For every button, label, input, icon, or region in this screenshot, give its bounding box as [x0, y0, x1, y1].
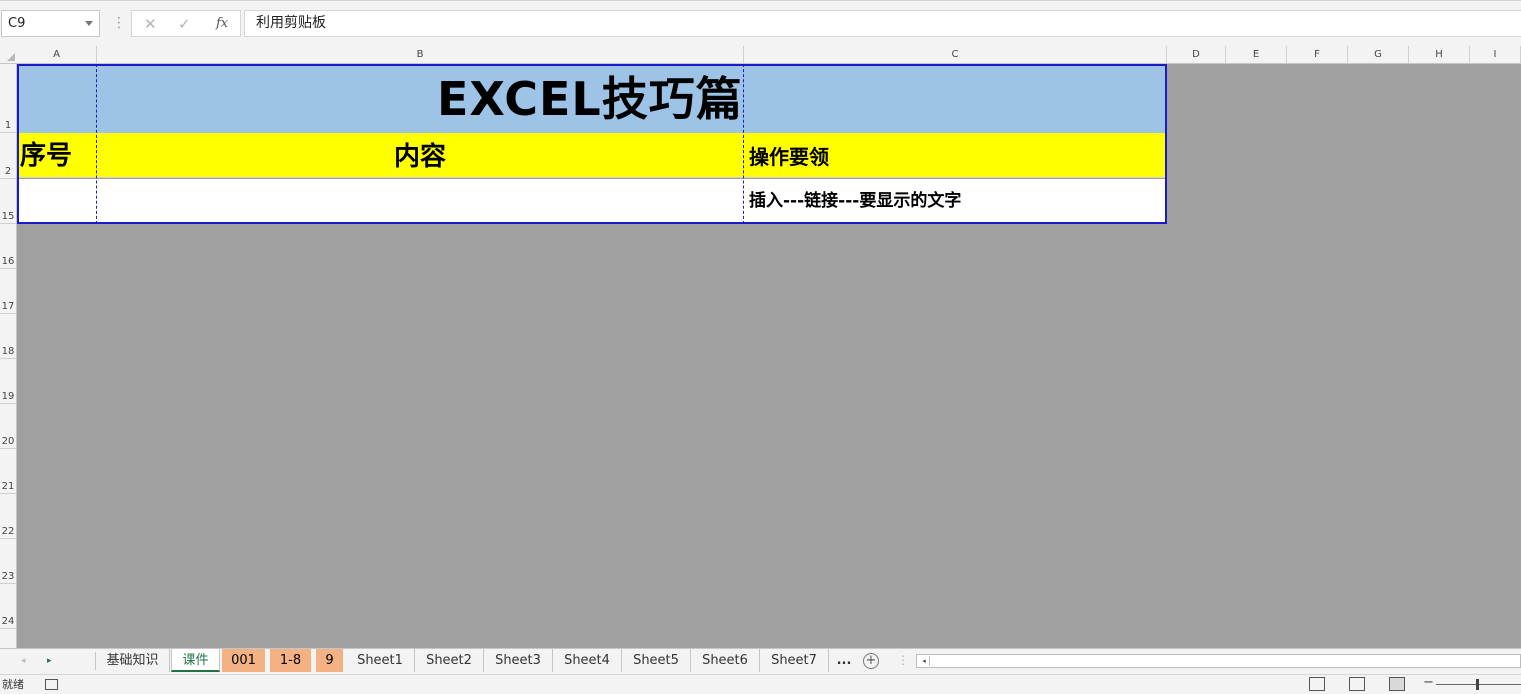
sheet-tab[interactable]: Sheet2 [415, 649, 484, 672]
row-header-label: 15 [1, 211, 15, 222]
sheet-tab[interactable]: Sheet3 [484, 649, 553, 672]
column-header-e[interactable]: E [1226, 46, 1287, 63]
insert-function-icon[interactable]: fx [216, 15, 228, 33]
horizontal-scrollbar[interactable]: ◂ [916, 654, 1521, 668]
formula-buttons: ✕ ✓ fx [131, 10, 241, 37]
more-vertical-icon: ⋮ [112, 15, 126, 31]
row-header-23[interactable]: 23 [0, 539, 16, 584]
column-header-b[interactable]: B [97, 46, 744, 63]
macro-record-icon[interactable] [45, 679, 58, 690]
row-header-label: 18 [1, 346, 15, 357]
row-header-1[interactable]: 1 [0, 64, 16, 133]
page-break-line [743, 64, 744, 224]
data-row-15[interactable]: 插入---链接---要显示的文字 [17, 179, 1166, 223]
scroll-left-icon[interactable]: ◂ [919, 656, 930, 666]
zoom-slider-thumb[interactable] [1476, 679, 1479, 690]
sheet-tab[interactable]: Sheet1 [346, 649, 415, 672]
select-all-button[interactable] [0, 46, 17, 63]
row-header-15[interactable]: 15 [0, 179, 16, 224]
column-header-a[interactable]: A [17, 46, 97, 63]
name-box-value: C9 [8, 16, 26, 31]
row-headers: 1 2 15 16 17 18 19 20 21 22 23 24 [0, 64, 17, 648]
normal-view-icon[interactable] [1309, 677, 1325, 691]
zoom-out-icon[interactable]: − [1423, 676, 1434, 690]
page-break-preview-icon[interactable] [1389, 677, 1405, 691]
excel-window: C9 ⋮ ✕ ✓ fx 利用剪贴板 ABCDEFGHI 1 2 15 16 17 18 19… [0, 0, 1521, 694]
sheet-tab[interactable]: Sheet5 [622, 649, 691, 672]
more-sheets-button[interactable]: ... [833, 649, 855, 672]
page-break-line [96, 64, 97, 224]
column-header-d[interactable]: D [1167, 46, 1226, 63]
next-sheet-icon[interactable]: ▸ [47, 655, 52, 667]
row-header-17[interactable]: 17 [0, 269, 16, 314]
sheet-tab[interactable]: 课件 [171, 649, 220, 672]
sheet-tab[interactable]: 基础知识 [96, 649, 170, 672]
prev-sheet-icon[interactable]: ◂ [21, 655, 26, 667]
row-header-label: 16 [1, 256, 15, 267]
formula-input[interactable]: 利用剪贴板 [244, 10, 1521, 37]
sheet-tab[interactable]: 1-8 [270, 649, 314, 672]
row-header-label: 2 [4, 166, 12, 177]
cancel-icon[interactable]: ✕ [144, 15, 157, 33]
title-row[interactable]: EXCEL技巧篇 [17, 64, 1166, 133]
sheet-tab[interactable]: 9 [316, 649, 346, 672]
sheet-tab[interactable]: Sheet4 [553, 649, 622, 672]
formula-bar: C9 ⋮ ✕ ✓ fx 利用剪贴板 [0, 0, 1521, 46]
column-headers: ABCDEFGHI [0, 46, 1521, 64]
row15-method: 插入---链接---要显示的文字 [749, 191, 962, 211]
status-bar: 就绪 − [0, 674, 1521, 694]
header-content: 内容 [394, 142, 447, 172]
row-header-label: 17 [1, 301, 15, 312]
sheet-title: EXCEL技巧篇 [437, 72, 743, 126]
sheet-tab[interactable]: Sheet6 [691, 649, 760, 672]
row-header-16[interactable]: 16 [0, 224, 16, 269]
column-header-h[interactable]: H [1409, 46, 1470, 63]
row-header-label: 19 [1, 391, 15, 402]
more-vertical-icon: ⋮ [897, 653, 909, 667]
row-header-2[interactable]: 2 [0, 133, 16, 179]
row-header-label: 22 [1, 526, 15, 537]
row-header-21[interactable]: 21 [0, 449, 16, 494]
column-header-i[interactable]: I [1470, 46, 1521, 63]
sheet-tab[interactable]: 001 [222, 649, 268, 672]
column-header-g[interactable]: G [1348, 46, 1409, 63]
row-header-22[interactable]: 22 [0, 494, 16, 539]
status-ready: 就绪 [2, 678, 24, 691]
chevron-down-icon[interactable] [85, 21, 93, 26]
row-header-label: 1 [4, 120, 12, 131]
header-row[interactable]: 序号 内容 操作要领 [17, 133, 1166, 178]
row-header-19[interactable]: 19 [0, 359, 16, 404]
sheet-tab-bar: ◂ ▸ ... + ⋮ ◂ 基础知识 课件 001 1-8 9 Sheet1 Sheet2 S… [0, 648, 1521, 674]
page-layout-icon[interactable] [1349, 677, 1365, 691]
row-header-label: 24 [1, 616, 15, 627]
confirm-icon[interactable]: ✓ [178, 15, 191, 33]
header-method: 操作要领 [749, 145, 829, 169]
row-header-24[interactable]: 24 [0, 584, 16, 629]
column-header-f[interactable]: F [1287, 46, 1348, 63]
add-sheet-icon[interactable]: + [863, 653, 879, 669]
header-no: 序号 [20, 141, 73, 171]
row-header-label: 21 [1, 481, 15, 492]
row-header-label: 20 [1, 436, 15, 447]
row-header-18[interactable]: 18 [0, 314, 16, 359]
sheet-tab[interactable]: Sheet7 [760, 649, 829, 672]
name-box[interactable]: C9 [1, 10, 100, 37]
column-header-c[interactable]: C [744, 46, 1167, 63]
worksheet-grid[interactable]: EXCEL技巧篇 序号 内容 操作要领 插入---链接---要显示的文字 [17, 64, 1521, 648]
row-header-label: 23 [1, 571, 15, 582]
row-header-20[interactable]: 20 [0, 404, 16, 449]
